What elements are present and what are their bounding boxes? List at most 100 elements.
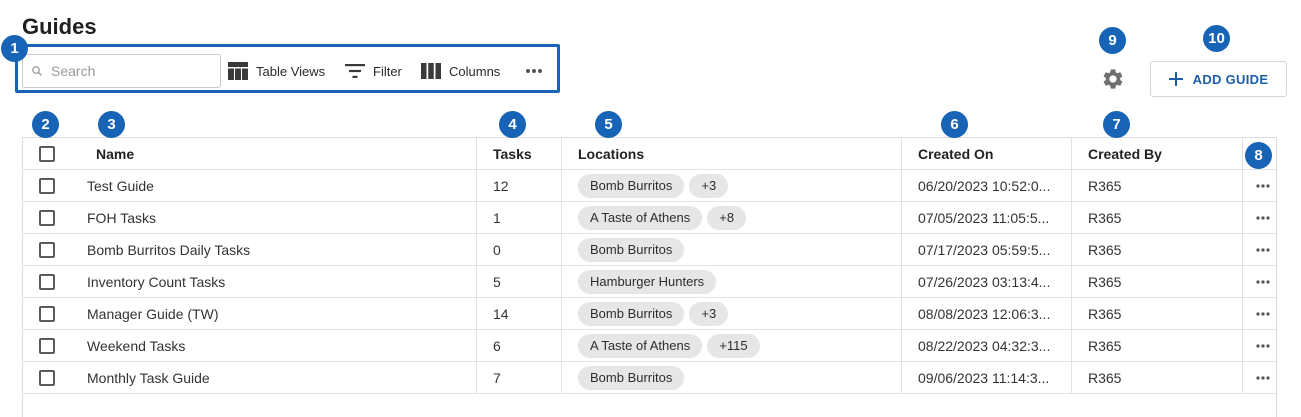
- callout-1: 1: [1, 35, 28, 62]
- task-count: 5: [493, 273, 501, 290]
- created-by: R365: [1088, 273, 1122, 290]
- row-checkbox[interactable]: [39, 209, 55, 226]
- created-on: 09/06/2023 11:14:3...: [918, 369, 1050, 386]
- callout-7: 7: [1103, 111, 1130, 138]
- page-title: Guides: [22, 14, 97, 39]
- table-row[interactable]: Bomb Burritos Daily Tasks 0 Bomb Burritos 0…: [23, 234, 1276, 266]
- table-row[interactable]: FOH Tasks 1 A Taste of Athens +8 07/05/2023 …: [23, 202, 1276, 234]
- location-chip[interactable]: Bomb Burritos: [578, 173, 685, 198]
- created-by: R365: [1088, 241, 1122, 258]
- location-more-chip[interactable]: +8: [707, 205, 747, 230]
- row-actions-cell: [1250, 170, 1276, 201]
- guides-table: Name Tasks Locations Created On Created …: [22, 137, 1277, 417]
- table-views-button[interactable]: Table Views: [228, 60, 325, 82]
- row-more-icon[interactable]: [1256, 183, 1270, 188]
- created-on: 06/20/2023 10:52:0...: [918, 177, 1051, 194]
- table-row[interactable]: Monthly Task Guide 7 Bomb Burritos 09/06/20…: [23, 362, 1276, 394]
- row-more-icon[interactable]: [1256, 279, 1270, 284]
- columns-label: Columns: [449, 63, 501, 79]
- add-guide-button[interactable]: ADD GUIDE: [1150, 61, 1287, 97]
- location-chip[interactable]: Bomb Burritos: [578, 301, 685, 326]
- table-views-icon: [228, 62, 248, 80]
- table-row[interactable]: Manager Guide (TW) 14 Bomb Burritos +3 08/08…: [23, 298, 1276, 330]
- created-on: 08/08/2023 12:06:3...: [918, 305, 1051, 322]
- row-checkbox[interactable]: [39, 177, 55, 194]
- add-guide-label: ADD GUIDE: [1192, 71, 1269, 87]
- table-row[interactable]: Weekend Tasks 6 A Taste of Athens +115 08/22…: [23, 330, 1276, 362]
- guide-name[interactable]: Manager Guide (TW): [87, 298, 218, 329]
- select-all-checkbox[interactable]: [39, 145, 55, 162]
- location-chip[interactable]: Bomb Burritos: [578, 237, 685, 262]
- locations-cell: Bomb Burritos +3: [578, 298, 733, 329]
- callout-6: 6: [941, 111, 968, 138]
- guide-name[interactable]: Bomb Burritos Daily Tasks: [87, 234, 250, 265]
- row-more-icon[interactable]: [1256, 215, 1270, 220]
- callout-8: 8: [1245, 142, 1272, 169]
- task-count: 7: [493, 369, 501, 386]
- filter-label: Filter: [373, 63, 402, 79]
- search-icon: [32, 66, 42, 76]
- table-header-row: Name Tasks Locations Created On Created …: [23, 138, 1276, 170]
- header-tasks[interactable]: Tasks: [493, 138, 532, 169]
- header-locations[interactable]: Locations: [578, 138, 644, 169]
- row-more-icon[interactable]: [1256, 343, 1270, 348]
- row-select-cell: [39, 362, 55, 393]
- table-views-label: Table Views: [256, 63, 326, 79]
- guide-name[interactable]: Inventory Count Tasks: [87, 266, 225, 297]
- columns-icon: [421, 63, 441, 79]
- callout-4: 4: [499, 111, 526, 138]
- guide-name[interactable]: FOH Tasks: [87, 202, 156, 233]
- created-by: R365: [1088, 209, 1122, 226]
- created-by: R365: [1088, 369, 1122, 386]
- header-name[interactable]: Name: [96, 138, 134, 169]
- callout-5: 5: [595, 111, 622, 138]
- row-checkbox[interactable]: [39, 369, 55, 386]
- header-created-on[interactable]: Created On: [918, 138, 993, 169]
- header-created-by[interactable]: Created By: [1088, 138, 1162, 169]
- search-input[interactable]: [49, 62, 203, 80]
- more-horiz-icon: [526, 69, 542, 73]
- location-more-chip[interactable]: +3: [689, 173, 729, 198]
- location-chip[interactable]: Hamburger Hunters: [578, 269, 717, 294]
- task-count: 12: [493, 177, 509, 194]
- row-actions-cell: [1250, 202, 1276, 233]
- guide-name[interactable]: Test Guide: [87, 170, 154, 201]
- locations-cell: Bomb Burritos +3: [578, 170, 733, 201]
- row-checkbox[interactable]: [39, 305, 55, 322]
- row-checkbox[interactable]: [39, 273, 55, 290]
- row-select-cell: [39, 170, 55, 201]
- columns-button[interactable]: Columns: [421, 60, 500, 82]
- location-more-chip[interactable]: +115: [707, 333, 760, 358]
- row-more-icon[interactable]: [1256, 247, 1270, 252]
- row-select-cell: [39, 298, 55, 329]
- filter-icon: [345, 64, 365, 78]
- filter-button[interactable]: Filter: [345, 60, 402, 82]
- location-chip[interactable]: Bomb Burritos: [578, 365, 685, 390]
- row-more-icon[interactable]: [1256, 375, 1270, 380]
- callout-9: 9: [1099, 27, 1126, 54]
- row-more-icon[interactable]: [1256, 311, 1270, 316]
- locations-cell: Bomb Burritos: [578, 234, 689, 265]
- table-row[interactable]: Test Guide 12 Bomb Burritos +3 06/20/2023 10…: [23, 170, 1276, 202]
- location-chip[interactable]: A Taste of Athens: [578, 333, 703, 358]
- header-select-all-cell: [39, 138, 55, 169]
- gear-icon[interactable]: [1101, 67, 1125, 91]
- created-by: R365: [1088, 337, 1122, 354]
- search-box[interactable]: [22, 54, 221, 88]
- created-on: 07/05/2023 11:05:5...: [918, 209, 1050, 226]
- task-count: 0: [493, 241, 501, 258]
- toolbar-more-button[interactable]: [525, 60, 543, 82]
- table-row[interactable]: Inventory Count Tasks 5 Hamburger Hunters 0…: [23, 266, 1276, 298]
- row-select-cell: [39, 330, 55, 361]
- location-chip[interactable]: A Taste of Athens: [578, 205, 703, 230]
- location-more-chip[interactable]: +3: [689, 301, 729, 326]
- guide-name[interactable]: Monthly Task Guide: [87, 362, 210, 393]
- row-checkbox[interactable]: [39, 337, 55, 354]
- guide-name[interactable]: Weekend Tasks: [87, 330, 185, 361]
- row-select-cell: [39, 202, 55, 233]
- callout-3: 3: [98, 111, 125, 138]
- row-checkbox[interactable]: [39, 241, 55, 258]
- callout-2: 2: [32, 111, 59, 138]
- row-select-cell: [39, 234, 55, 265]
- row-actions-cell: [1250, 362, 1276, 393]
